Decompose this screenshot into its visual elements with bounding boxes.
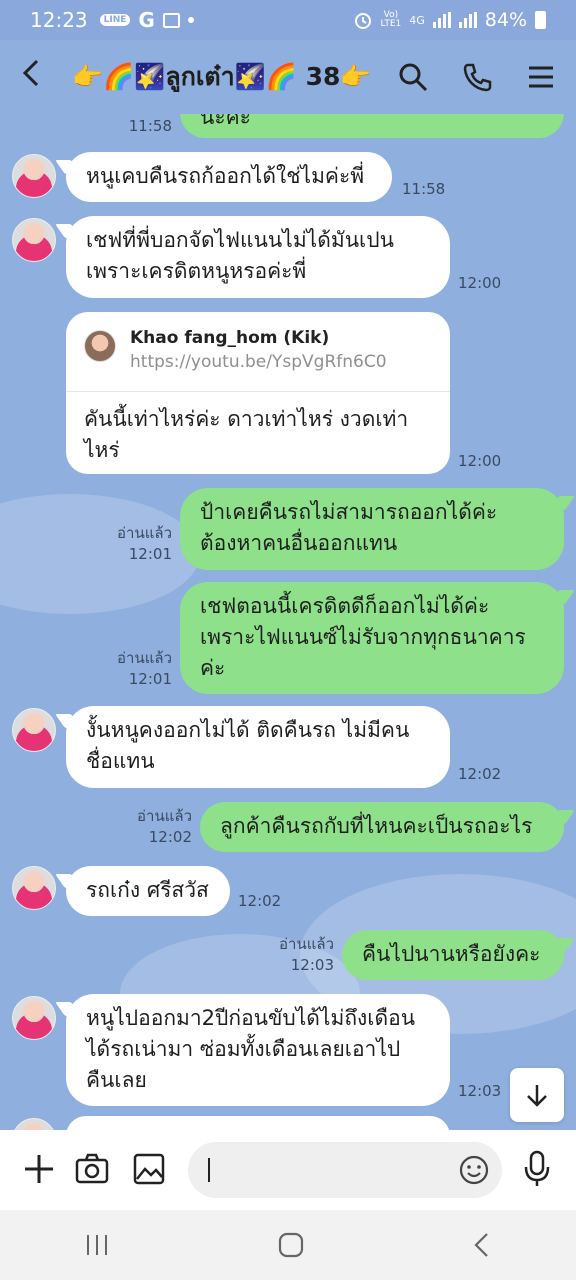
message-time: 12:02 (458, 765, 502, 783)
status-left-icons: LINE G (99, 8, 194, 32)
message-bubble-outgoing[interactable]: ป้าเคยคืนรถไม่สามารถออกได้ค่ะ ต้องหาคนอื… (180, 488, 564, 570)
message-bubble-outgoing[interactable]: คืนไปนานหรือยังคะ (342, 930, 564, 980)
message-time: 12:00 (458, 274, 502, 292)
link-card-avatar (84, 330, 116, 362)
message-bubble-incoming[interactable]: งั้นหนูคงออกไม่ได้ ติดคืนรถ ไม่มีคน ชื่อ… (66, 706, 450, 788)
signal-2-icon (458, 12, 477, 28)
avatar[interactable] (12, 154, 56, 198)
camera-icon[interactable] (74, 1152, 110, 1186)
message-bubble-incoming[interactable]: เชฟที่พี่บอกจัดไฟแนนไม่ได้มันเปน เพราะเค… (66, 216, 450, 298)
text-caret (208, 1158, 210, 1182)
chat-header: 👉🌈🌠ลูกเต๋า🌠🌈 38👉 (0, 40, 576, 114)
message-input[interactable] (188, 1142, 502, 1198)
image-icon[interactable] (132, 1152, 166, 1186)
message-bubble-incoming-partial[interactable] (66, 1116, 450, 1130)
scroll-to-bottom-button[interactable] (510, 1068, 564, 1122)
message-time: 12:01 (128, 670, 172, 688)
arrow-down-icon (527, 1085, 547, 1107)
message-time: 12:03 (290, 956, 334, 974)
mic-icon[interactable] (522, 1150, 552, 1188)
chat-title[interactable]: 👉🌈🌠ลูกเต๋า🌠🌈 38👉 (72, 57, 372, 97)
message-input-bar (0, 1130, 576, 1210)
message-bubble-incoming[interactable]: หนูเคบคืนรถก้ออกได้ใช่ไมค่ะพี่ (66, 152, 392, 202)
message-time: 11:58 (128, 117, 172, 135)
message-time: 11:58 (402, 180, 446, 198)
g-icon: G (138, 8, 155, 32)
message-time: 12:02 (148, 828, 192, 846)
phone-icon[interactable] (462, 62, 492, 92)
battery-percent: 84% (484, 9, 527, 31)
network-label: Vo) LTE1 (381, 11, 402, 29)
back-icon (22, 59, 39, 87)
search-icon[interactable] (398, 62, 428, 92)
line-icon: LINE (99, 14, 131, 26)
message-bubble-outgoing[interactable]: เชฟตอนนี้เครดิตดีก็ออกไม่ได้ค่ะ เพราะไฟแ… (180, 582, 564, 694)
link-card-url[interactable]: https://youtu.be/YspVgRfn6C0 (130, 352, 387, 372)
battery-icon (535, 11, 546, 29)
link-card-header[interactable]: Khao fang_hom (Kik) https://youtu.be/Ysp… (66, 312, 450, 392)
alarm-icon (354, 13, 371, 29)
back-nav-icon[interactable] (472, 1232, 492, 1258)
notification-dot-icon (187, 17, 194, 23)
link-card-text: คันนี้เท่าไหร่ค่ะ ดาวเท่าไหร่ งวดเท่า ไห… (84, 407, 409, 462)
gallery-icon (162, 12, 180, 28)
home-icon[interactable] (278, 1232, 304, 1258)
avatar[interactable] (12, 218, 56, 262)
network-bottom: LTE1 (380, 19, 402, 29)
read-receipt: อ่านแล้ว (117, 649, 172, 667)
read-receipt: อ่านแล้ว (279, 935, 334, 953)
network-type: 4G (409, 13, 425, 27)
avatar[interactable] (12, 866, 56, 910)
back-button[interactable] (20, 57, 64, 97)
avatar[interactable] (12, 1118, 56, 1130)
read-receipt: อ่านแล้ว (137, 807, 192, 825)
plus-icon[interactable] (22, 1152, 56, 1186)
status-time: 12:23 (30, 8, 88, 32)
message-time: 12:03 (458, 1082, 502, 1100)
link-card-name: Khao fang_hom (Kik) (130, 328, 330, 348)
recents-icon[interactable] (84, 1233, 110, 1257)
chat-area[interactable]: นะคะ 11:58 หนูเคบคืนรถก้ออกได้ใช่ไมค่ะพี… (0, 114, 576, 1130)
signal-icon (432, 12, 451, 28)
message-bubble-outgoing[interactable]: ลูกค้าคืนรถกับที่ไหนคะเป็นรถอะไร (200, 802, 564, 852)
message-bubble-incoming[interactable]: รถเก๋ง ศรีสวัส (66, 866, 230, 916)
link-preview-card[interactable]: Khao fang_hom (Kik) https://youtu.be/Ysp… (66, 312, 450, 474)
message-time: 12:01 (128, 545, 172, 563)
status-right-icons: Vo) LTE1 4G 84% (353, 9, 546, 31)
message-bubble-incoming[interactable]: หนูไปออกมา2ปีก่อนขับได้ไม่ถึงเดือน ได้รถ… (66, 994, 450, 1106)
read-receipt: อ่านแล้ว (117, 524, 172, 542)
avatar[interactable] (12, 708, 56, 752)
header-actions (398, 62, 556, 92)
menu-icon[interactable] (526, 62, 556, 92)
message-time: 12:00 (458, 452, 502, 470)
emoji-icon[interactable] (458, 1154, 490, 1186)
status-bar: 12:23 LINE G Vo) LTE1 4G 84% (0, 0, 576, 40)
avatar[interactable] (12, 996, 56, 1040)
system-nav-bar (0, 1210, 576, 1280)
message-time: 12:02 (238, 892, 282, 910)
message-bubble-outgoing[interactable]: นะคะ (180, 114, 564, 138)
